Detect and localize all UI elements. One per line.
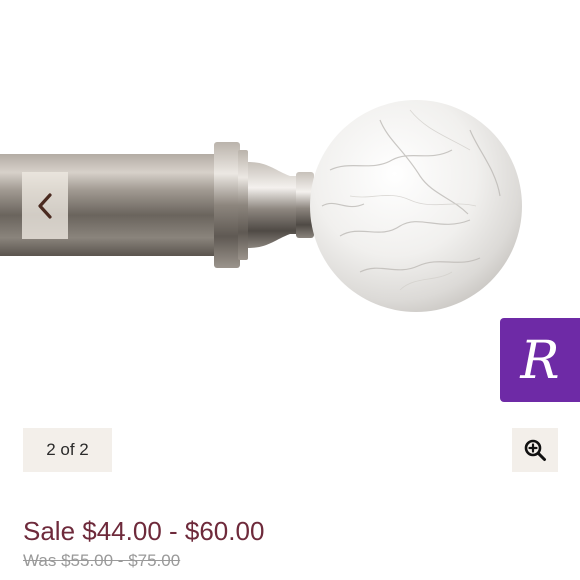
sale-price: Sale $44.00 - $60.00 bbox=[23, 516, 265, 546]
original-price: Was $55.00 - $75.00 bbox=[23, 551, 181, 570]
zoom-button[interactable] bbox=[512, 428, 558, 472]
previous-image-button[interactable] bbox=[22, 172, 68, 239]
product-image-gallery: R bbox=[0, 0, 580, 420]
zoom-in-icon bbox=[524, 439, 546, 461]
badge-letter: R bbox=[519, 331, 559, 391]
r-logo-icon: R bbox=[519, 331, 559, 391]
image-counter: 2 of 2 bbox=[23, 428, 112, 472]
chevron-left-icon bbox=[38, 192, 52, 219]
product-image bbox=[0, 100, 522, 312]
rewards-badge[interactable]: R bbox=[500, 318, 580, 402]
